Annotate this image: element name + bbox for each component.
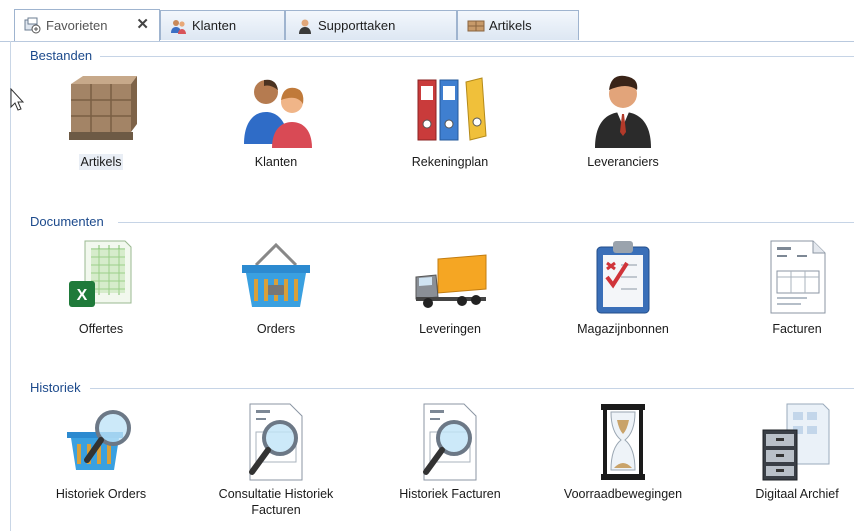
shortcut-label: Historiek Facturen (399, 487, 501, 501)
customers-icon (170, 17, 188, 35)
basket-icon (242, 242, 310, 307)
invoice-icon (770, 240, 826, 314)
tab-label: Supporttaken (318, 18, 396, 33)
shortcut-label: Klanten (254, 155, 298, 169)
shortcut-consultatie-historiek-facturen[interactable]: Consultatie Historiek Facturen (206, 402, 346, 518)
tab-artikels[interactable]: Artikels (457, 10, 579, 40)
hourglass-icon (601, 404, 645, 480)
filing-cabinet-icon (762, 403, 830, 481)
panel-border (10, 41, 11, 531)
group-title-documenten: Documenten (30, 214, 110, 229)
group-title-historiek: Historiek (30, 380, 87, 395)
shortcut-digitaal-archief[interactable]: Digitaal Archief (727, 402, 854, 502)
shortcut-label: Orders (256, 322, 296, 336)
support-person-icon (296, 17, 314, 35)
shortcut-label: Artikels (78, 154, 124, 170)
invoice-search-icon (249, 403, 303, 481)
shortcut-leveringen[interactable]: Leveringen (380, 237, 520, 337)
favorites-icon (24, 17, 42, 35)
shortcut-label: Facturen (772, 322, 822, 336)
shortcut-artikels[interactable]: Artikels (31, 70, 171, 171)
tab-label: Artikels (489, 18, 532, 33)
shortcut-label: Digitaal Archief (755, 487, 839, 501)
shortcut-orders[interactable]: Orders (206, 237, 346, 337)
group-divider (118, 222, 854, 223)
shortcut-label: Leveranciers (587, 155, 659, 169)
clipboard-checklist-icon (596, 241, 650, 314)
truck-icon (415, 254, 487, 308)
shortcut-offertes[interactable]: X Offertes (31, 237, 171, 337)
tab-label: Favorieten (46, 18, 108, 33)
tab-supporttaken[interactable]: Supporttaken (285, 10, 457, 40)
shortcut-label: Voorraadbewegingen (563, 487, 683, 501)
basket-search-icon (67, 410, 131, 470)
customers-icon (244, 79, 312, 148)
group-divider (90, 388, 854, 389)
tab-favorieten[interactable]: Favorieten ✕ (14, 9, 160, 41)
businessman-icon (595, 75, 651, 148)
group-divider (100, 56, 854, 57)
tab-klanten[interactable]: Klanten (160, 10, 285, 40)
spreadsheet-icon: X (69, 240, 132, 307)
group-title-bestanden: Bestanden (30, 48, 99, 63)
shortcut-label: Historiek Orders (55, 487, 147, 501)
shortcut-klanten[interactable]: Klanten (206, 70, 346, 170)
shortcut-leveranciers[interactable]: Leveranciers (553, 70, 693, 170)
shortcut-voorraadbewegingen[interactable]: Voorraadbewegingen (553, 402, 693, 502)
shortcut-label: Rekeningplan (411, 155, 489, 169)
shortcut-label: Leveringen (419, 322, 481, 336)
shortcut-magazijnbonnen[interactable]: Magazijnbonnen (553, 237, 693, 337)
shortcut-label: Magazijnbonnen (577, 322, 669, 336)
pallet-boxes-icon (69, 76, 137, 140)
invoice-search-icon (423, 403, 477, 481)
shortcut-historiek-orders[interactable]: Historiek Orders (31, 402, 171, 502)
shortcut-rekeningplan[interactable]: Rekeningplan (380, 70, 520, 170)
tab-bar: Favorieten ✕ Klanten Supporttaken Artike… (0, 0, 854, 42)
binders-icon (417, 77, 487, 141)
shortcut-facturen[interactable]: Facturen (727, 237, 854, 337)
svg-text:X: X (77, 287, 88, 304)
mouse-cursor-icon (10, 88, 25, 111)
close-icon[interactable]: ✕ (136, 15, 149, 33)
shortcut-label: Consultatie Historiek Facturen (218, 487, 334, 517)
pallet-icon (467, 17, 485, 35)
shortcut-label: Offertes (78, 322, 124, 336)
shortcut-historiek-facturen[interactable]: Historiek Facturen (380, 402, 520, 502)
tab-label: Klanten (192, 18, 237, 33)
